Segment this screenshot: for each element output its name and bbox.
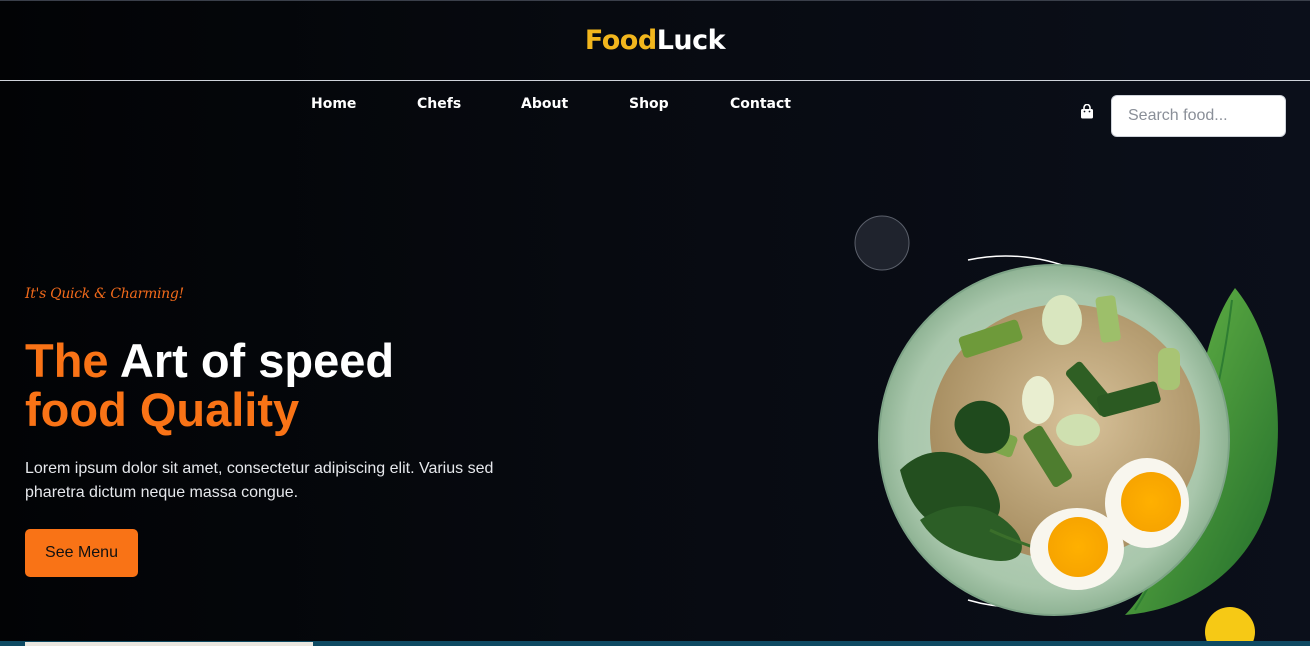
headline-accent: The <box>25 334 109 387</box>
brand-logo-part1: Food <box>584 25 657 56</box>
search-input[interactable] <box>1111 95 1286 137</box>
brand-logo-part2: Luck <box>656 25 726 56</box>
top-header: FoodLuck <box>0 0 1310 81</box>
hero-description: Lorem ipsum dolor sit amet, consectetur … <box>25 460 494 501</box>
nav-item-about[interactable]: About <box>521 96 568 112</box>
headline-line1: Art of speed <box>119 334 395 387</box>
hero-headline: The Art of speed food Quality <box>25 336 394 434</box>
nav-item-chefs[interactable]: Chefs <box>417 96 461 112</box>
see-menu-button[interactable]: See Menu <box>25 529 138 577</box>
nav-item-contact[interactable]: Contact <box>730 96 791 112</box>
headline-line2: food Quality <box>25 383 300 436</box>
nav-item-shop[interactable]: Shop <box>629 96 669 112</box>
hero-tagline: It's Quick & Charming! <box>25 286 184 302</box>
next-section-card <box>25 642 313 646</box>
shopping-bag-icon[interactable] <box>1080 104 1094 119</box>
brand-logo[interactable]: FoodLuck <box>584 25 726 56</box>
food-bowl-image <box>854 215 1278 646</box>
decor-circle-gray <box>854 215 910 271</box>
nav-item-home[interactable]: Home <box>311 96 356 112</box>
